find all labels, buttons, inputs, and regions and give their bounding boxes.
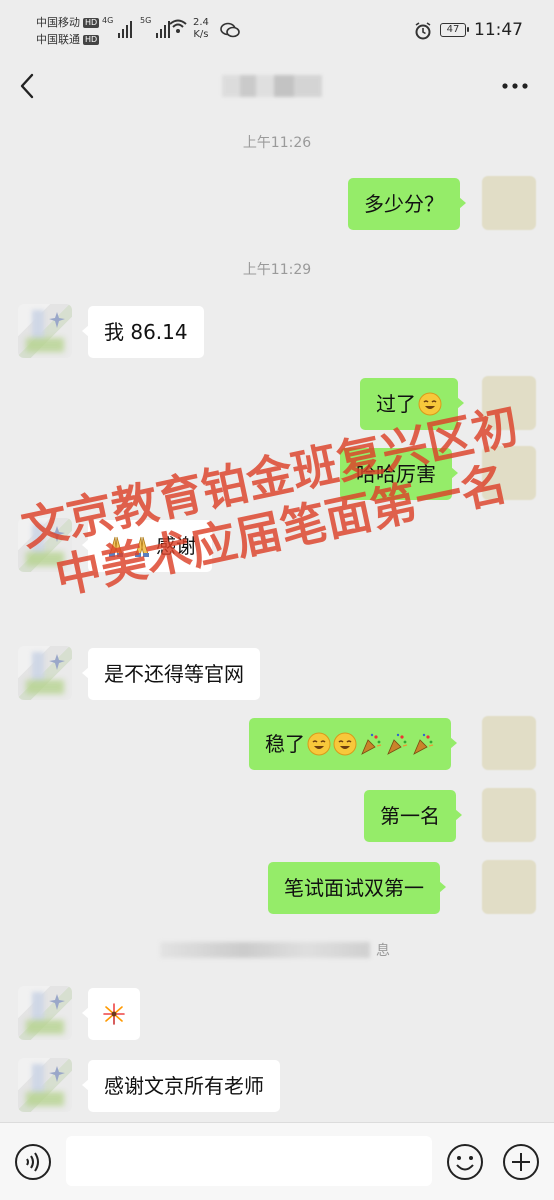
- status-time: 11:47: [474, 20, 523, 40]
- message-bubble-incoming[interactable]: 感谢: [82, 520, 212, 572]
- more-dots-icon[interactable]: [500, 78, 530, 94]
- message-bubble-incoming[interactable]: [82, 988, 140, 1040]
- avatar-self[interactable]: [482, 860, 536, 914]
- avatar-contact[interactable]: [18, 518, 72, 572]
- plus-circle-icon[interactable]: [502, 1143, 540, 1181]
- message-input-bar: [0, 1122, 554, 1200]
- system-notice-blurred: [160, 942, 370, 958]
- timestamp: 上午11:26: [242, 135, 312, 151]
- smile-icon[interactable]: [446, 1143, 484, 1181]
- carrier-2-name: 中国联通: [36, 33, 80, 46]
- message-text: 哈哈厉害: [356, 462, 436, 486]
- laughing-emoji-icon: [418, 392, 442, 416]
- laughing-emoji-icon: [333, 732, 357, 756]
- avatar-contact[interactable]: [18, 1058, 72, 1112]
- message-text: 感谢文京所有老师: [104, 1074, 264, 1098]
- party-popper-icon: [413, 733, 434, 755]
- wifi-icon: [169, 19, 187, 33]
- message-bubble-outgoing[interactable]: 稳了: [249, 718, 457, 770]
- party-popper-icon: [361, 733, 382, 755]
- carrier-2: 中国联通 HD: [36, 33, 100, 46]
- voice-icon[interactable]: [14, 1143, 52, 1181]
- message-text: 我 86.14: [104, 320, 188, 344]
- message-text: 笔试面试双第一: [284, 876, 424, 900]
- message-bubble-incoming[interactable]: 感谢文京所有老师: [82, 1060, 280, 1112]
- party-popper-icon: [387, 733, 408, 755]
- message-text: 是不还得等官网: [104, 662, 244, 686]
- message-bubble-incoming[interactable]: 我 86.14: [82, 306, 204, 358]
- status-bar: 中国移动 HD 中国联通 HD 4G 5G 2.4 K/s 47 11:47: [0, 0, 554, 60]
- firework-icon: [103, 1003, 125, 1025]
- chevron-left-icon[interactable]: [14, 72, 42, 100]
- network-speed-value: 2.4: [193, 17, 209, 28]
- system-notice-tail: 息: [376, 943, 390, 959]
- avatar-self[interactable]: [482, 376, 536, 430]
- system-notice: 息: [160, 940, 390, 960]
- message-bubble-outgoing[interactable]: 哈哈厉害: [340, 448, 458, 500]
- alarm-icon: [415, 22, 431, 40]
- avatar-contact[interactable]: [18, 986, 72, 1040]
- message-text: 感谢: [156, 534, 196, 558]
- message-bubble-outgoing[interactable]: 多少分？: [348, 178, 466, 230]
- signal-2-icon: 5G: [140, 16, 170, 38]
- message-text: 过了: [376, 392, 416, 416]
- hd-badge: HD: [83, 17, 100, 28]
- message-text: 第一名: [380, 804, 440, 828]
- laughing-emoji-icon: [307, 732, 331, 756]
- signal-indicators: 4G 5G: [102, 16, 170, 38]
- chat-header: [0, 60, 554, 112]
- signal-1-icon: 4G: [102, 16, 132, 38]
- wechat-icon: [220, 22, 240, 38]
- avatar-self[interactable]: [482, 446, 536, 500]
- message-input[interactable]: [66, 1136, 432, 1186]
- chat-messages[interactable]: 上午11:26 多少分？ 上午11:29 我 86.14 过了 哈哈厉害 感谢 …: [0, 112, 554, 1122]
- message-text: 多少分？: [364, 192, 444, 216]
- message-bubble-outgoing[interactable]: 笔试面试双第一: [268, 862, 446, 914]
- avatar-contact[interactable]: [18, 304, 72, 358]
- timestamp: 上午11:29: [242, 262, 312, 278]
- avatar-self[interactable]: [482, 176, 536, 230]
- network-speed-unit: K/s: [193, 29, 209, 40]
- message-text: 稳了: [265, 732, 305, 756]
- carrier-1: 中国移动 HD: [36, 16, 100, 29]
- message-bubble-incoming[interactable]: 是不还得等官网: [82, 648, 260, 700]
- avatar-self[interactable]: [482, 716, 536, 770]
- pray-hands-icon: [109, 536, 123, 557]
- message-bubble-outgoing[interactable]: 过了: [360, 378, 464, 430]
- signal-2-gen: 5G: [140, 16, 152, 25]
- chat-title-blurred: [222, 75, 322, 97]
- pray-hands-icon: [135, 536, 149, 557]
- avatar-contact[interactable]: [18, 646, 72, 700]
- message-bubble-outgoing[interactable]: 第一名: [364, 790, 462, 842]
- avatar-self[interactable]: [482, 788, 536, 842]
- battery-indicator: 47: [440, 23, 469, 37]
- network-speed: 2.4 K/s: [193, 17, 209, 41]
- hd-badge: HD: [83, 34, 100, 45]
- signal-1-gen: 4G: [102, 16, 114, 25]
- carrier-1-name: 中国移动: [36, 16, 80, 29]
